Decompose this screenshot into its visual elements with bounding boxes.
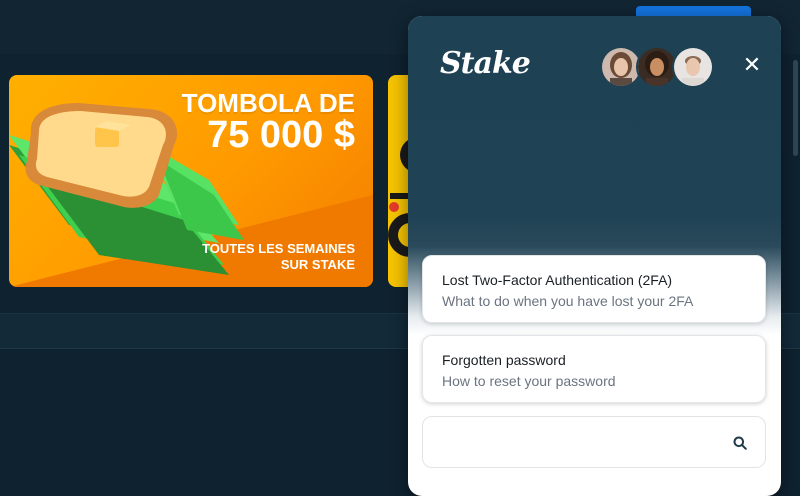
banner-subtitle-line1: TOUTES LES SEMAINES [202,241,355,256]
banner-amount: 75 000 $ [207,114,355,156]
banner-title: TOMBOLA DE [181,88,355,118]
page-scrollbar[interactable] [793,60,798,156]
article-subtitle: What to do when you have lost your 2FA [442,293,694,309]
brand-logo: Stake [440,46,531,81]
help-search-box [422,416,766,468]
search-icon[interactable] [733,436,747,450]
banner-subtitle: TOUTES LES SEMAINES SUR STAKE [155,241,355,273]
article-title: Forgotten password [442,352,566,368]
banner-subtitle-line2: SUR STAKE [280,257,355,272]
article-title: Lost Two-Factor Authentication (2FA) [442,272,673,288]
article-card-password[interactable]: Forgotten password How to reset your pas… [422,335,766,403]
close-icon[interactable]: ✕ [738,52,766,80]
article-card-2fa[interactable]: Lost Two-Factor Authentication (2FA) Wha… [422,255,766,323]
support-widget: Stake ✕ Lost Two-Factor Authentication (… [408,16,781,496]
avatar-man-icon [672,46,714,88]
article-subtitle: How to reset your password [442,373,616,389]
promo-banner-tombola[interactable]: TOMBOLA DE 75 000 $ TOUTES LES SEMAINES … [9,75,373,287]
help-search-input[interactable] [435,427,719,459]
